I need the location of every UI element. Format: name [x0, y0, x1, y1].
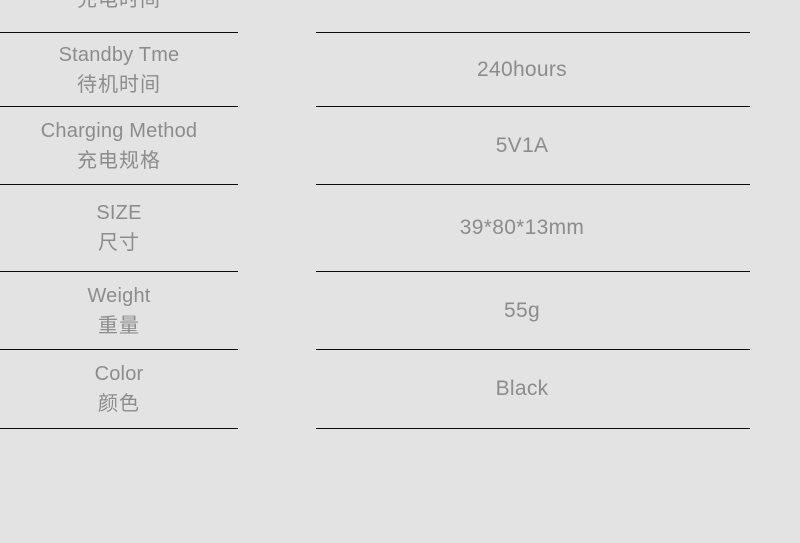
spec-label-cell: Charging Time 充电时间	[0, 0, 238, 33]
spec-value-cell: 45Minutes	[316, 0, 750, 33]
spec-value-cell: 240hours	[316, 33, 750, 107]
spec-value: 240hours	[477, 57, 567, 81]
spec-value: Black	[495, 377, 549, 400]
spec-label-cell: Weight 重量	[0, 272, 238, 350]
column-gap	[238, 33, 316, 107]
spec-label-cell: Charging Method 充电规格	[0, 107, 238, 185]
spec-label-cell: SIZE 尺寸	[0, 185, 238, 272]
table-row: Charging Method 充电规格 5V1A	[0, 107, 800, 185]
table-row: Color 颜色 Black	[0, 350, 800, 429]
spec-label-cell: Color 颜色	[0, 350, 238, 429]
spec-label-en: Color	[94, 363, 144, 385]
column-gap	[238, 185, 316, 272]
spec-value-cell: 5V1A	[316, 107, 750, 185]
row-tail-spacer	[750, 350, 800, 429]
table-row: Charging Time 充电时间 45Minutes	[0, 0, 800, 33]
row-tail-spacer	[750, 185, 800, 272]
spec-value-cell: 39*80*13mm	[316, 185, 750, 272]
spec-label-en: SIZE	[96, 202, 142, 224]
table-row: Weight 重量 55g	[0, 272, 800, 350]
row-tail-spacer	[750, 272, 800, 350]
spec-label-en: Charging Method	[40, 119, 198, 142]
table-row: SIZE 尺寸 39*80*13mm	[0, 185, 800, 272]
row-tail-spacer	[750, 0, 800, 33]
spec-label-en: Weight	[87, 284, 151, 307]
spec-label-zh: 充电时间	[77, 0, 161, 11]
spec-table: Charging Time 充电时间 45Minutes Standby Tme…	[0, 0, 800, 429]
column-gap	[238, 350, 316, 429]
spec-value: 5V1A	[495, 133, 549, 157]
column-gap	[238, 0, 316, 33]
product-spec-sheet: Charging Time 充电时间 45Minutes Standby Tme…	[0, 0, 800, 543]
spec-value-cell: 55g	[316, 272, 750, 350]
spec-label-zh: 颜色	[98, 393, 140, 415]
spec-label-zh: 尺寸	[98, 232, 140, 254]
row-tail-spacer	[750, 107, 800, 185]
spec-label-zh: 充电规格	[77, 149, 161, 172]
spec-label-cell: Standby Tme 待机时间	[0, 33, 238, 107]
column-gap	[238, 107, 316, 185]
spec-label-zh: 重量	[98, 314, 140, 337]
row-tail-spacer	[750, 33, 800, 107]
spec-value: 39*80*13mm	[459, 216, 585, 239]
table-row: Standby Tme 待机时间 240hours	[0, 33, 800, 107]
spec-label-zh: 待机时间	[77, 73, 161, 96]
spec-value-cell: Black	[316, 350, 750, 429]
spec-label-en: Standby Tme	[58, 43, 180, 66]
column-gap	[238, 272, 316, 350]
spec-value: 55g	[504, 298, 540, 322]
